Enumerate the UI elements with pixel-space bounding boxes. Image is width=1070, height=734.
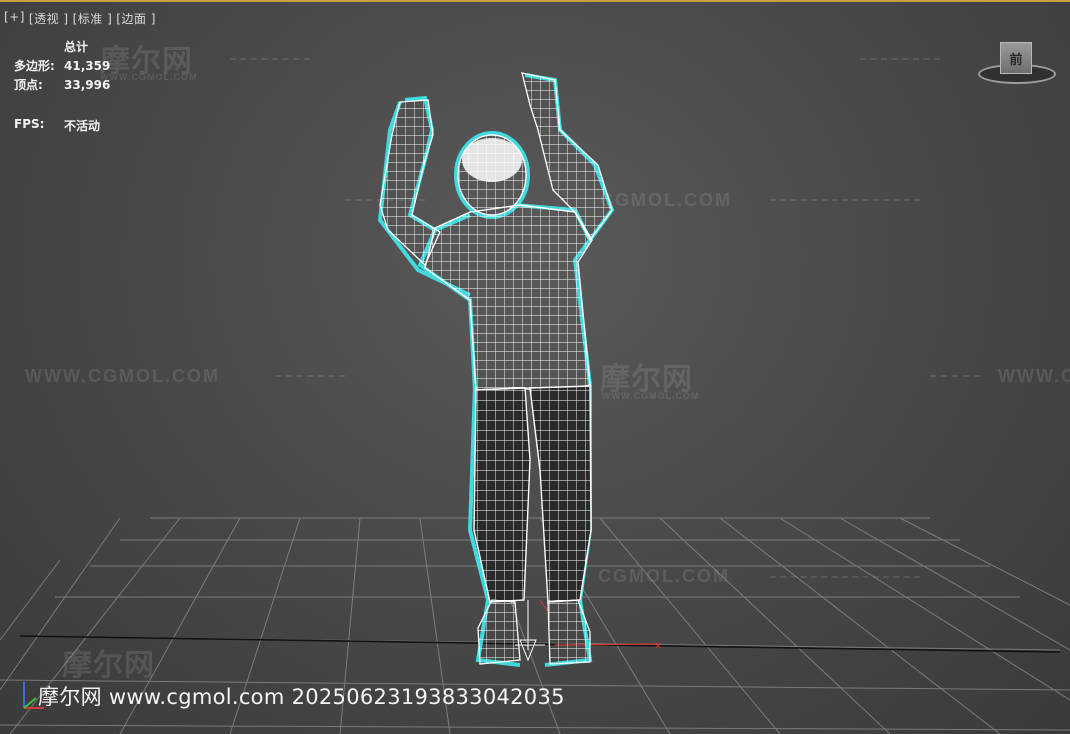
viewcube[interactable]: 前 [978,40,1056,84]
grid-main-axes [19,635,1061,653]
stats-header: 总计 [64,40,89,54]
viewport-label-menu: [+] [透视 ] [标准 ] [边面 ] [4,10,156,27]
stats-fps-value: 不活动 [64,119,101,133]
watermark-dash-line [770,576,920,578]
viewport-shading-quality-menu[interactable]: [标准 ] [73,10,113,27]
scene-canvas[interactable]: x [0,0,1070,734]
footer-watermark: 摩尔网 www.cgmol.com 20250623193833042035 [38,685,565,709]
stats-polygons-value: 41,359 [64,59,111,73]
stats-vertices-label: 顶点: [14,78,43,92]
stats-fps-label: FPS: [14,117,45,131]
watermark-dash-line [930,375,980,377]
watermark-dash-line [770,199,920,201]
watermark-dash-line [230,58,310,60]
stats-polygons-label: 多边形: [14,59,55,73]
stats-polygons-row: 多边形: 41,359 [14,57,110,76]
watermark-dash-line [275,375,345,377]
watermark-dash-line [345,199,425,201]
x-axis-label: x [655,640,661,651]
stats-vertices-value: 33,996 [64,78,111,92]
stats-vertices-row: 顶点: 33,996 [14,76,110,95]
viewport-general-menu[interactable]: [+] [4,10,25,27]
wireframe-character [377,72,615,667]
viewport-statistics: 总计 多边形: 41,359 顶点: 33,996 [14,38,110,95]
viewport-view-menu[interactable]: [透视 ] [29,10,69,27]
stats-fps-row: FPS: 不活动 [14,117,100,134]
viewport-shading-menu[interactable]: [边面 ] [116,10,156,27]
watermark-dash-line [860,58,940,60]
viewcube-front-face[interactable]: 前 [1000,42,1032,74]
3d-viewport[interactable]: x 摩尔网 WWW.CGMOL.COM CGMOL.COM WWW.CGMOL.… [0,0,1070,734]
